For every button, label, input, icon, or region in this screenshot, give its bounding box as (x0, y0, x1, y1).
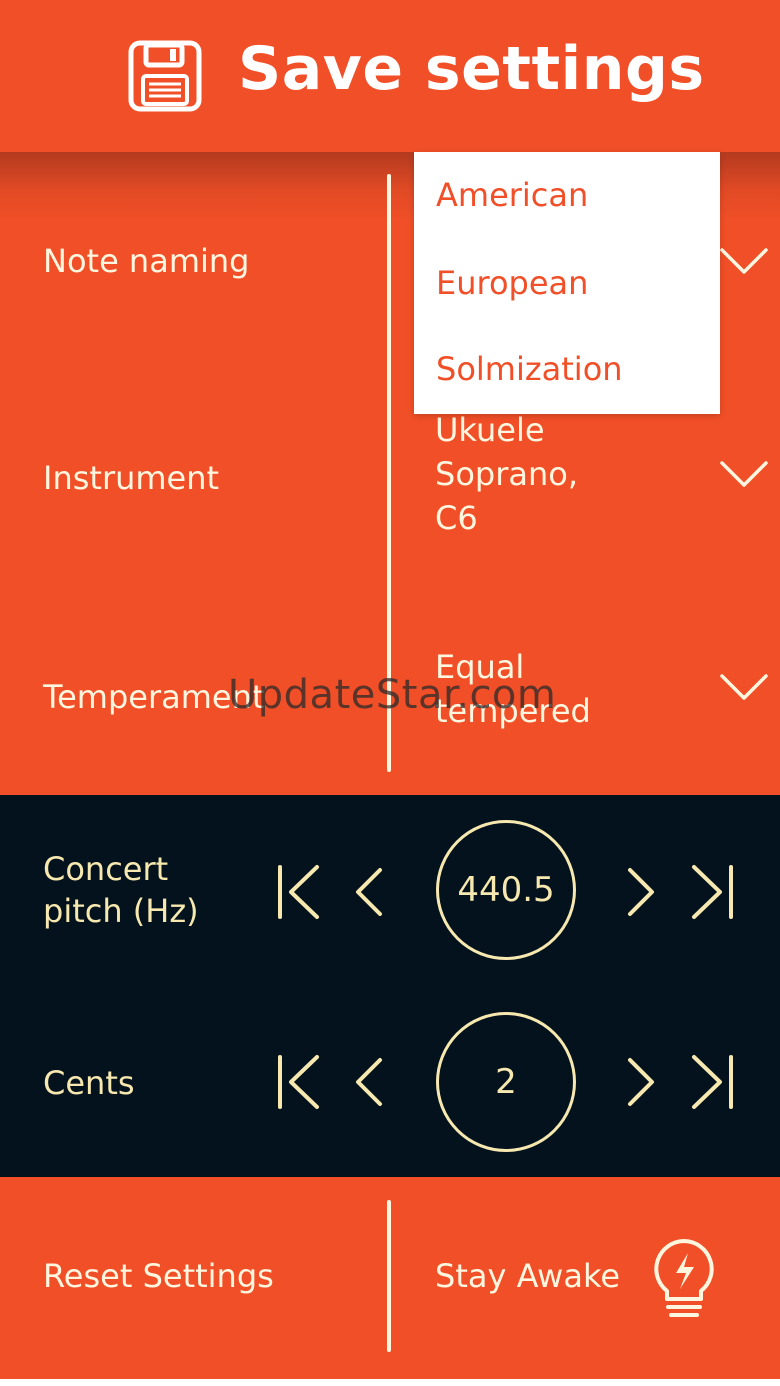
skip-back-icon[interactable] (275, 862, 327, 922)
dropdown-option-solmization[interactable]: Solmization (436, 350, 623, 388)
step-forward-icon[interactable] (618, 1052, 670, 1112)
chevron-down-icon[interactable] (718, 246, 770, 278)
concert-pitch-label-line: pitch (Hz) (43, 892, 199, 930)
cents-value[interactable]: 2 (436, 1012, 576, 1152)
reset-settings-label: Reset Settings (43, 1257, 274, 1295)
stay-awake-label: Stay Awake (435, 1257, 621, 1295)
dropdown-option-european[interactable]: European (436, 264, 588, 302)
skip-forward-icon[interactable] (686, 1052, 738, 1112)
concert-pitch-label-line: Concert (43, 850, 169, 888)
stay-awake-button[interactable]: Stay Awake (392, 1177, 780, 1379)
reset-settings-button[interactable]: Reset Settings (0, 1177, 388, 1379)
instrument-label: Instrument (43, 459, 220, 497)
concert-pitch-value[interactable]: 440.5 (436, 820, 576, 960)
step-forward-icon[interactable] (618, 862, 670, 922)
cents-label: Cents (43, 1064, 135, 1102)
floppy-disk-icon[interactable] (128, 40, 202, 112)
chevron-down-icon[interactable] (718, 672, 770, 704)
instrument-select[interactable]: Ukuele Soprano, C6 (435, 408, 578, 540)
skip-forward-icon[interactable] (686, 862, 738, 922)
concert-pitch-label: Concert pitch (Hz) (43, 848, 199, 932)
watermark: UpdateStar.com (228, 672, 557, 718)
header-bar: Save settings (0, 0, 780, 152)
bottom-edge (0, 1379, 780, 1386)
step-back-icon[interactable] (348, 862, 400, 922)
note-naming-label: Note naming (43, 242, 250, 280)
instrument-value-line: C6 (435, 499, 478, 537)
page-title: Save settings (238, 34, 705, 104)
chevron-down-icon[interactable] (718, 459, 770, 491)
note-naming-dropdown: American European Solmization (414, 152, 720, 414)
instrument-value-line: Soprano, (435, 455, 578, 493)
skip-back-icon[interactable] (275, 1052, 327, 1112)
dropdown-option-american[interactable]: American (436, 176, 588, 214)
step-back-icon[interactable] (348, 1052, 400, 1112)
lightbulb-bolt-icon (646, 1235, 722, 1325)
instrument-value-line: Ukuele (435, 411, 545, 449)
